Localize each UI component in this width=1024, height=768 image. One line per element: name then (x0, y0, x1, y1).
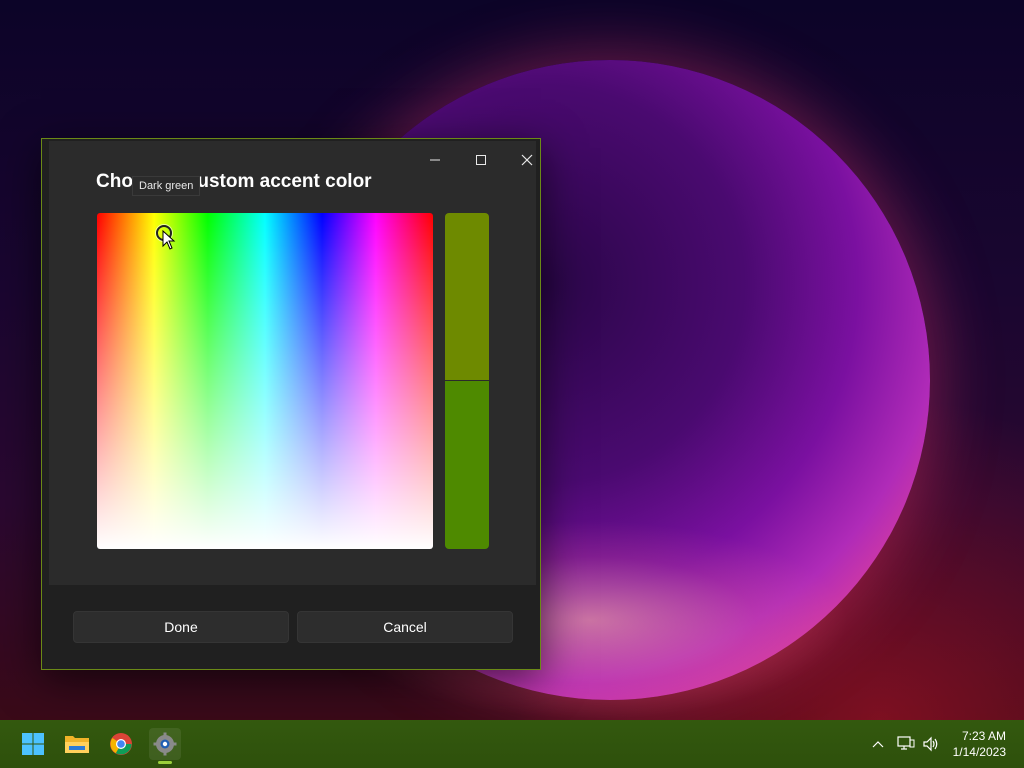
clock-time: 7:23 AM (961, 729, 1006, 743)
active-app-indicator (158, 761, 172, 764)
clock-date: 1/14/2023 (952, 745, 1006, 759)
cancel-button[interactable]: Cancel (297, 611, 513, 643)
network-icon (897, 736, 915, 750)
volume-button[interactable] (920, 732, 942, 756)
color-tooltip: Dark green (132, 176, 201, 196)
dialog-footer: Done Cancel (49, 585, 536, 669)
maximize-button[interactable] (459, 145, 503, 175)
done-button[interactable]: Done (73, 611, 289, 643)
network-button[interactable] (895, 732, 917, 756)
taskbar: 7:23 AM 1/14/2023 (0, 720, 1024, 768)
settings-button[interactable] (149, 728, 181, 760)
chrome-button[interactable] (105, 728, 137, 760)
mouse-cursor-icon (162, 230, 176, 250)
new-color-swatch (445, 213, 489, 380)
maximize-icon (476, 155, 486, 165)
settings-icon (153, 732, 177, 756)
close-button[interactable] (505, 145, 549, 175)
color-spectrum-picker[interactable] (97, 213, 433, 549)
show-hidden-icons-button[interactable] (868, 732, 888, 756)
file-explorer-icon (65, 736, 89, 753)
windows-start-icon (22, 733, 44, 755)
file-explorer-button[interactable] (61, 728, 93, 760)
volume-icon (923, 736, 938, 752)
minimize-icon (430, 159, 440, 161)
dialog-content: Choose a custom accent color Dark green … (49, 141, 536, 669)
minimize-button[interactable] (413, 145, 457, 175)
chevron-up-icon (872, 741, 884, 748)
start-button[interactable] (17, 728, 49, 760)
accent-color-dialog-window: Choose a custom accent color Dark green … (41, 138, 541, 670)
taskbar-clock[interactable]: 7:23 AM 1/14/2023 (953, 728, 1006, 760)
chrome-icon (110, 733, 132, 755)
previous-color-swatch (445, 381, 489, 549)
close-icon (521, 154, 533, 166)
